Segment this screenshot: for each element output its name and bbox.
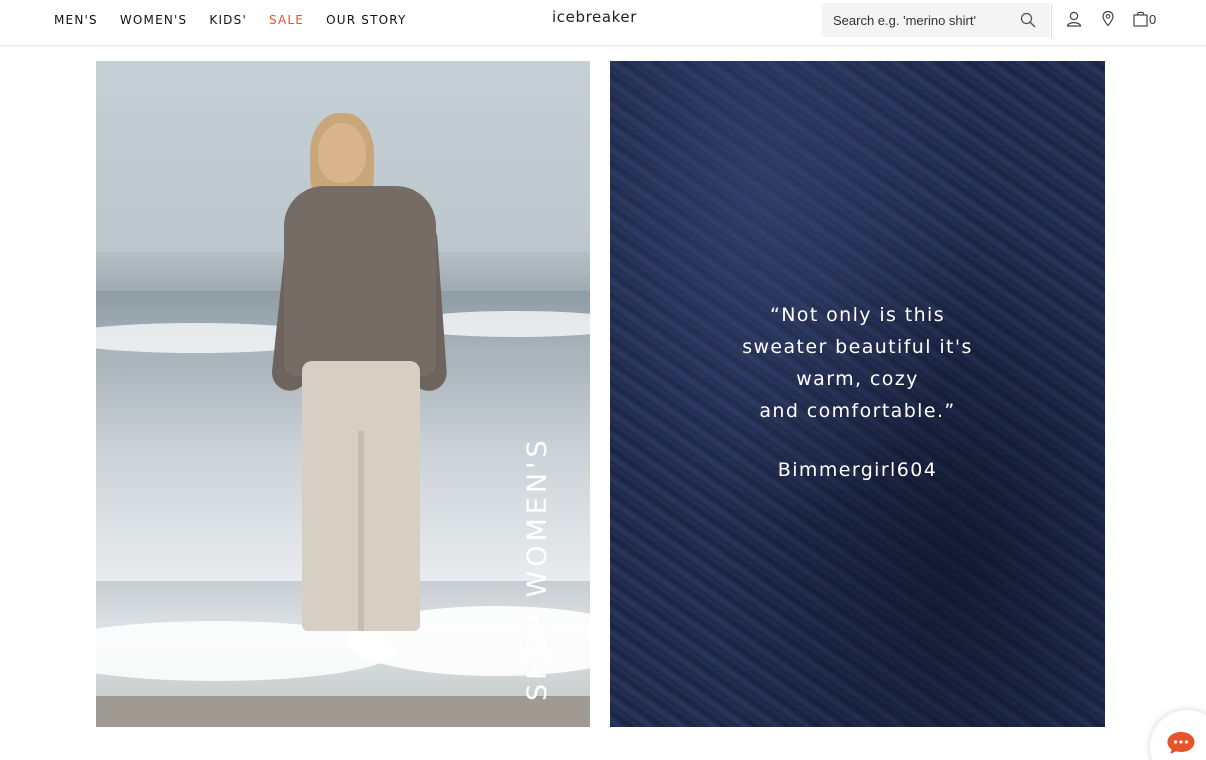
shop-womens-cta[interactable]: SHOP WOMEN'S xyxy=(522,436,553,701)
search-icon[interactable] xyxy=(1020,12,1036,28)
main-nav: MEN'S WOMEN'S KIDS' SALE OUR STORY xyxy=(54,12,429,28)
search-box xyxy=(822,3,1050,37)
site-header: MEN'S WOMEN'S KIDS' SALE OUR STORY icebr… xyxy=(0,0,1206,46)
nav-kids[interactable]: KIDS' xyxy=(209,12,247,28)
search-input[interactable] xyxy=(833,12,1009,28)
nav-sale[interactable]: SALE xyxy=(269,12,304,28)
testimonial-panel: “Not only is this sweater beautiful it's… xyxy=(610,61,1105,727)
nav-mens[interactable]: MEN'S xyxy=(54,12,98,28)
header-divider xyxy=(1051,4,1052,38)
quote-line: warm, cozy xyxy=(796,368,919,390)
quote-line: “Not only is this xyxy=(769,304,946,326)
chat-widget-button[interactable] xyxy=(1150,710,1206,760)
shopping-bag-icon[interactable] xyxy=(1132,10,1150,28)
model-face xyxy=(318,123,366,183)
account-icon[interactable] xyxy=(1065,10,1083,28)
model-pants-seam xyxy=(358,431,364,631)
model-sweater xyxy=(284,186,436,376)
brand-logo[interactable]: icebreaker xyxy=(552,8,637,26)
store-locator-icon[interactable] xyxy=(1099,10,1117,28)
bag-count[interactable]: 0 xyxy=(1149,12,1156,27)
nav-our-story[interactable]: OUR STORY xyxy=(326,12,406,28)
shop-womens-panel[interactable]: SHOP WOMEN'S xyxy=(96,61,590,727)
chat-bubble-icon xyxy=(1167,732,1195,754)
quote-line: sweater beautiful it's xyxy=(742,336,973,358)
quote-line: and comfortable.” xyxy=(759,400,956,422)
wet-sand xyxy=(96,696,590,727)
nav-womens[interactable]: WOMEN'S xyxy=(120,12,188,28)
testimonial-quote: “Not only is this sweater beautiful it's… xyxy=(610,299,1105,427)
testimonial-author: Bimmergirl604 xyxy=(777,459,938,481)
